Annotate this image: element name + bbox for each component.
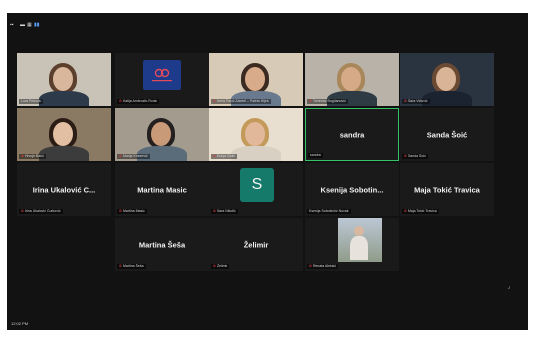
initial-avatar: S — [240, 168, 274, 202]
participant-label-text: Dunja Galić — [216, 154, 236, 158]
participant-tile[interactable]: ⊘Katija Ambrozik-Ronic — [115, 53, 209, 106]
muted-mic-icon: ⊘ — [404, 209, 407, 213]
muted-mic-icon: ⊘ — [404, 99, 407, 103]
muted-mic-icon: ⊘ — [309, 264, 312, 268]
participant-label-text: Martina Šeša — [122, 264, 144, 268]
participant-label: Ksenija Sobotinčić Novak — [307, 209, 351, 214]
participant-label-text: Renata Aleksić — [312, 264, 337, 268]
participant-tile[interactable]: ⊘Marija Knezević — [115, 108, 209, 161]
participant-tile[interactable]: Maja Tokić Travica ⊘Maja Tokić Travica — [400, 163, 494, 216]
top-bar: ▪▪ ▬ ▦ ▮▮ — [7, 13, 528, 39]
participant-label-text: Želimir — [216, 264, 228, 268]
participant-tile[interactable]: ⊘Dunja Galić — [209, 108, 303, 161]
muted-mic-icon: ⊘ — [404, 154, 407, 158]
participant-tile[interactable]: Martina Masic ⊘Martina Masic — [115, 163, 209, 216]
participant-tile[interactable]: ⊘Renata Aleksić — [305, 218, 399, 271]
participant-tile[interactable]: sandra sandra — [305, 108, 399, 161]
muted-mic-icon: ⊘ — [119, 264, 122, 268]
participant-label: ⊘Tomislav Bogdanović — [307, 99, 348, 104]
participant-tile[interactable]: ⊘Hrvoje Barić — [17, 108, 111, 161]
participant-label-text: Lora Pekovic — [21, 99, 42, 103]
participant-label: ⊘Martina Šeša — [117, 264, 146, 269]
participant-label: ⊘Maja Tokić Travica — [402, 209, 439, 214]
muted-mic-icon: ⊘ — [213, 99, 216, 103]
participant-label-text: Marija Knezević — [122, 154, 148, 158]
more-icon[interactable]: ▪▪ — [10, 23, 14, 28]
participant-tile[interactable]: S ⊘Sara Nikolić — [209, 163, 303, 216]
participant-tile[interactable]: ⊘Sara Vidović — [400, 53, 494, 106]
participant-name: Želimir — [243, 240, 269, 249]
participant-label-text: Katija Ambrozik-Ronic — [122, 99, 158, 103]
participant-label-text: Sara Vidović — [407, 99, 428, 103]
participant-name: Ksenija Sobotin... — [320, 185, 384, 194]
participant-label: ⊘Hrvoje Barić — [19, 154, 46, 159]
participant-label-text: Irena Pavić Zaletel – Paleta Hljeb — [216, 99, 269, 103]
participant-tile[interactable]: Želimir ⊘Želimir — [209, 218, 303, 271]
muted-mic-icon: ⊘ — [119, 209, 122, 213]
muted-mic-icon: ⊘ — [119, 99, 122, 103]
participant-name: Sanda Šoić — [426, 130, 468, 139]
participant-tile[interactable]: ⊘Tomislav Bogdanović — [305, 53, 399, 106]
participant-tile[interactable]: Ksenija Sobotin... Ksenija Sobotinčić Nov… — [305, 163, 399, 216]
status-text: 12:02 PM — [11, 321, 29, 326]
participant-label-text: Ksenija Sobotinčić Novak — [309, 209, 349, 213]
participant-tile[interactable]: Sanda Šoić ⊘Sanda Šoić — [400, 108, 494, 161]
participant-name: sandra — [339, 130, 365, 139]
grid-view-icon[interactable]: ▦ — [27, 23, 32, 28]
participant-label-text: Sara Nikolić — [216, 209, 236, 213]
profile-photo — [338, 218, 382, 262]
speaker-view-icon[interactable]: ▮▮ — [34, 23, 40, 28]
participant-label: ⊘Martina Masic — [117, 209, 147, 214]
participant-label: sandra — [308, 153, 323, 158]
participant-tile[interactable]: Irina Ukalović C... ⊘Irina Ukalović Ćurko… — [17, 163, 111, 216]
participant-label-text: Irina Ukalović Ćurković — [24, 209, 61, 213]
participant-label-text: Maja Tokić Travica — [407, 209, 437, 213]
participant-name: Irina Ukalović C... — [32, 185, 96, 194]
participant-tile[interactable]: Lora Pekovic — [17, 53, 111, 106]
participant-name: Martina Masic — [137, 185, 187, 194]
participant-label-text: Sanda Šoić — [407, 154, 426, 158]
participant-label: ⊘Sara Nikolić — [211, 209, 238, 214]
resize-handle-icon[interactable]: ⌟ — [507, 283, 510, 290]
participant-label: ⊘Katija Ambrozik-Ronic — [117, 99, 160, 104]
participant-label: ⊘Sanda Šoić — [402, 154, 428, 159]
muted-mic-icon: ⊘ — [213, 209, 216, 213]
participant-label-text: Martina Masic — [122, 209, 145, 213]
muted-mic-icon: ⊘ — [21, 209, 24, 213]
participant-label: ⊘Renata Aleksić — [307, 264, 339, 269]
participant-label: ⊘Irina Ukalović Ćurković — [19, 209, 63, 214]
minimize-icon[interactable]: ▬ — [20, 23, 25, 28]
participant-label-text: sandra — [310, 153, 321, 157]
participant-name: Martina Šeša — [138, 240, 186, 249]
participant-label: ⊘Irena Pavić Zaletel – Paleta Hljeb — [211, 99, 271, 104]
muted-mic-icon: ⊘ — [119, 154, 122, 158]
status-bar: 12:02 PM — [7, 318, 528, 330]
meeting-window: ▪▪ ▬ ▦ ▮▮ Lora Pekovic ⊘Katija Ambrozik-R… — [7, 13, 528, 330]
muted-mic-icon: ⊘ — [213, 154, 216, 158]
participant-name: Maja Tokić Travica — [414, 185, 480, 194]
participant-label: ⊘Sara Vidović — [402, 99, 430, 104]
participant-tile[interactable]: Martina Šeša ⊘Martina Šeša — [115, 218, 209, 271]
participant-label-text: Hrvoje Barić — [24, 154, 44, 158]
participant-tile[interactable]: ⊘Irena Pavić Zaletel – Paleta Hljeb — [209, 53, 303, 106]
muted-mic-icon: ⊘ — [213, 264, 216, 268]
participant-label: ⊘Dunja Galić — [211, 154, 238, 159]
muted-mic-icon: ⊘ — [309, 99, 312, 103]
participant-label: Lora Pekovic — [19, 99, 44, 104]
participant-label: ⊘Marija Knezević — [117, 154, 150, 159]
muted-mic-icon: ⊘ — [21, 154, 24, 158]
participant-label-text: Tomislav Bogdanović — [312, 99, 346, 103]
participant-label: ⊘Želimir — [211, 264, 230, 269]
organization-logo — [143, 60, 181, 90]
